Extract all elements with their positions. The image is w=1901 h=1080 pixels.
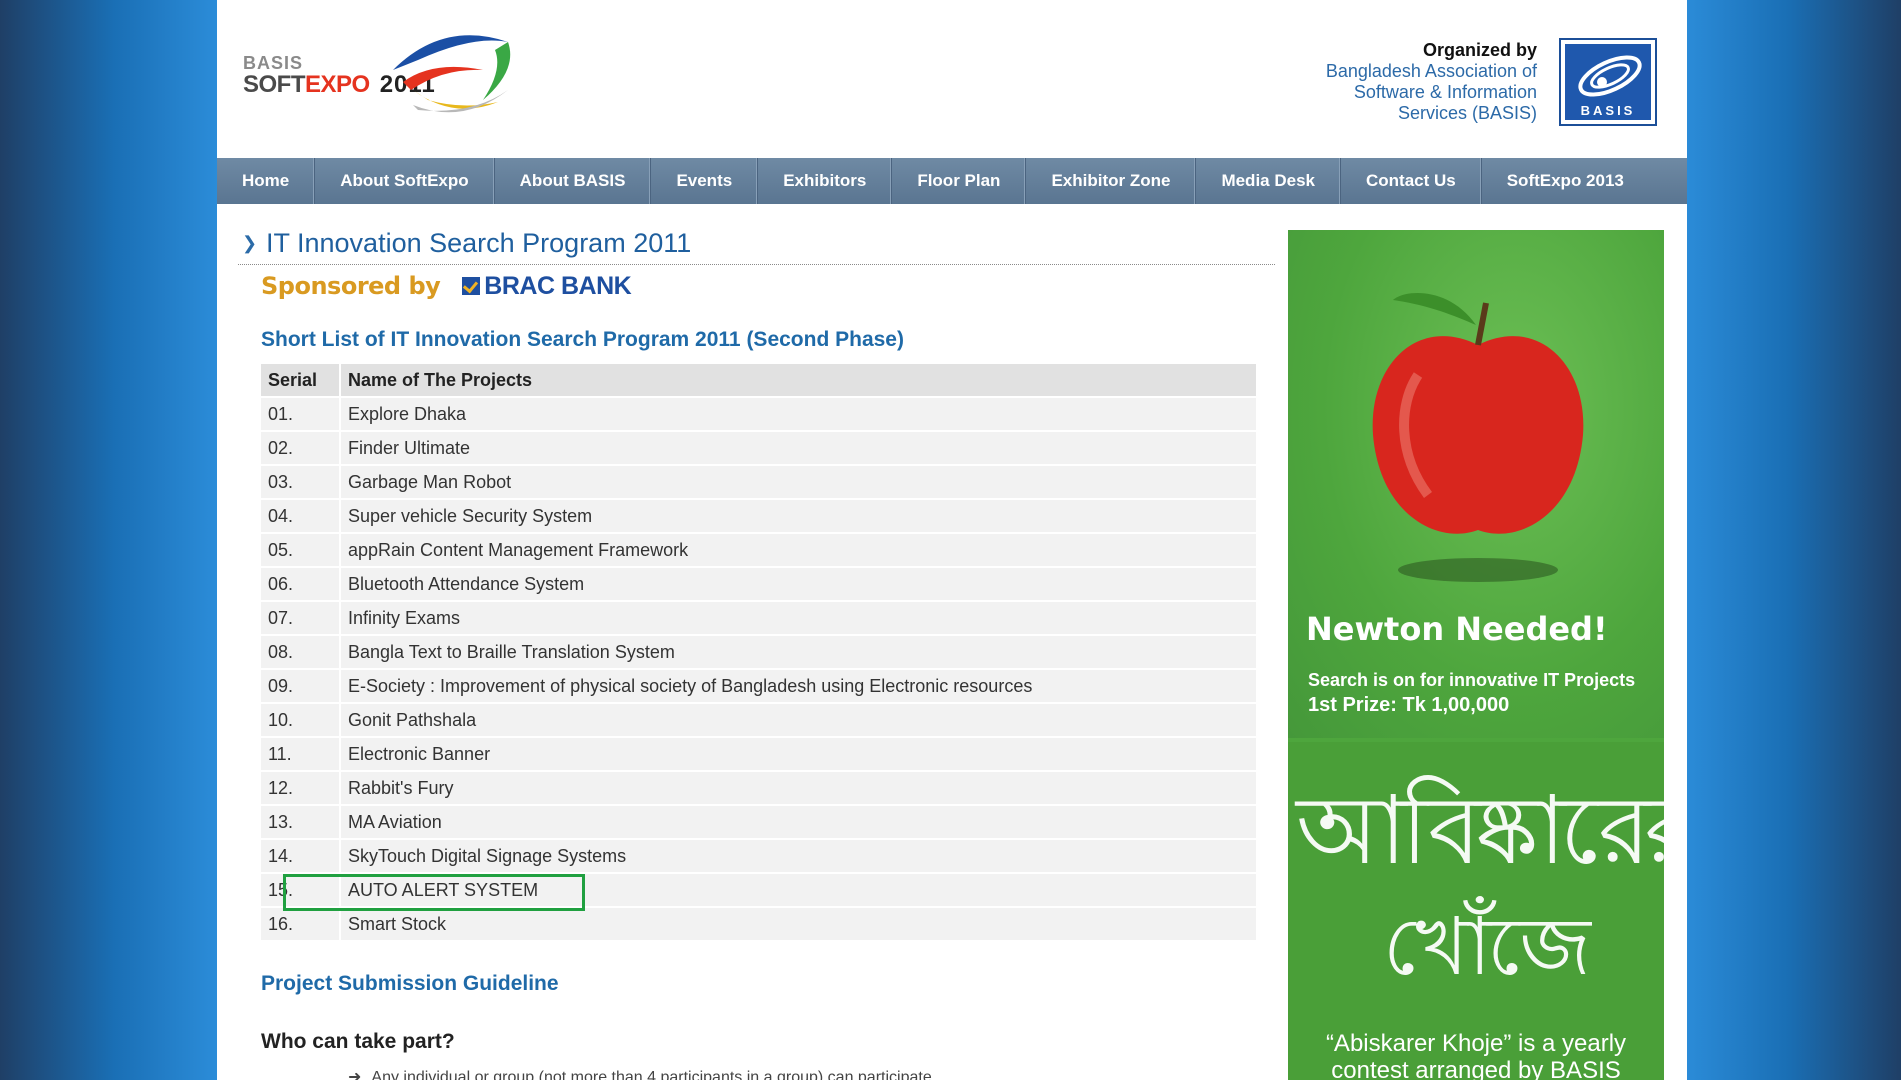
serial-cell: 12. bbox=[261, 772, 341, 804]
table-row: 03. Garbage Man Robot bbox=[261, 466, 1256, 498]
header: BASIS SOFTEXPO2011 Organized by Banglade… bbox=[217, 0, 1687, 158]
guideline-heading: Project Submission Guideline bbox=[261, 972, 559, 995]
nav-contact-us[interactable]: Contact Us bbox=[1341, 158, 1482, 204]
table-row: 08. Bangla Text to Braille Translation Sy… bbox=[261, 636, 1256, 668]
table-row-highlighted: 15. AUTO ALERT SYSTEM bbox=[261, 874, 1256, 906]
table-row: 04. Super vehicle Security System bbox=[261, 500, 1256, 532]
projects-table: Serial Name of The Projects 01. Explore D… bbox=[261, 362, 1256, 942]
serial-cell: 09. bbox=[261, 670, 341, 702]
ad-bangla-title-2: খোঁজে bbox=[1383, 900, 1591, 993]
table-row: 06. Bluetooth Attendance System bbox=[261, 568, 1256, 600]
ad-quote: “Abiskarer Khoje” is a yearly contest ar… bbox=[1288, 1030, 1664, 1080]
basis-logo[interactable]: BASIS bbox=[1559, 38, 1657, 126]
nav-events[interactable]: Events bbox=[651, 158, 759, 204]
project-name-cell: Rabbit's Fury bbox=[341, 772, 1256, 804]
table-row: 13. MA Aviation bbox=[261, 806, 1256, 838]
nav-floor-plan[interactable]: Floor Plan bbox=[892, 158, 1027, 204]
basis-swirl-icon bbox=[1578, 55, 1642, 97]
nav-about-basis[interactable]: About BASIS bbox=[495, 158, 652, 204]
apple-image bbox=[1372, 292, 1584, 582]
table-row: 09. E-Society : Improvement of physical s… bbox=[261, 670, 1256, 702]
project-name-cell: Bluetooth Attendance System bbox=[341, 568, 1256, 600]
table-row: 11. Electronic Banner bbox=[261, 738, 1256, 770]
serial-cell: 14. bbox=[261, 840, 341, 872]
bullet-text: Any individual or group (not more than 4… bbox=[371, 1069, 932, 1080]
serial-cell: 15. bbox=[261, 874, 341, 906]
organized-by-label: Organized by bbox=[1422, 40, 1537, 60]
project-name-cell: MA Aviation bbox=[341, 806, 1256, 838]
table-row: 02. Finder Ultimate bbox=[261, 432, 1256, 464]
column-header-name: Name of The Projects bbox=[341, 364, 1256, 396]
chevron-right-icon: ❯ bbox=[242, 232, 258, 253]
main-nav: Home About SoftExpo About BASIS Events E… bbox=[217, 158, 1687, 204]
nav-home[interactable]: Home bbox=[217, 158, 316, 204]
ad-headline: Newton Needed! bbox=[1306, 610, 1608, 648]
serial-cell: 11. bbox=[261, 738, 341, 770]
column-header-serial: Serial bbox=[261, 364, 341, 396]
serial-cell: 10. bbox=[261, 704, 341, 736]
ad-subtext-2: 1st Prize: Tk 1,00,000 bbox=[1308, 694, 1510, 716]
ad-subtext-1: Search is on for innovative IT Projects bbox=[1308, 670, 1636, 690]
who-can-take-part-heading: Who can take part? bbox=[261, 1030, 455, 1053]
project-name-cell: E-Society : Improvement of physical soci… bbox=[341, 670, 1256, 702]
main-content: ❯ IT Innovation Search Program 2011 Spon… bbox=[238, 222, 1275, 1080]
serial-cell: 03. bbox=[261, 466, 341, 498]
nav-exhibitors[interactable]: Exhibitors bbox=[758, 158, 893, 204]
project-name-cell: Garbage Man Robot bbox=[341, 466, 1256, 498]
project-name-cell: SkyTouch Digital Signage Systems bbox=[341, 840, 1256, 872]
table-row: 12. Rabbit's Fury bbox=[261, 772, 1256, 804]
shortlist-heading: Short List of IT Innovation Search Progr… bbox=[261, 328, 904, 351]
table-row: 07. Infinity Exams bbox=[261, 602, 1256, 634]
table-row: 16. Smart Stock bbox=[261, 908, 1256, 940]
swoosh-graphic bbox=[393, 35, 511, 113]
basis-logo-text: BASIS bbox=[1580, 103, 1636, 118]
sponsor-name: BRAC BANK bbox=[484, 271, 632, 300]
organizer-line-1[interactable]: Bangladesh Association of bbox=[1326, 61, 1537, 82]
arrow-right-icon: ➜ bbox=[348, 1069, 362, 1080]
project-name-cell: appRain Content Management Framework bbox=[341, 534, 1256, 566]
serial-cell: 13. bbox=[261, 806, 341, 838]
softexpo-logo[interactable]: BASIS SOFTEXPO2011 bbox=[243, 30, 563, 140]
project-name-cell: Super vehicle Security System bbox=[341, 500, 1256, 532]
table-row: 01. Explore Dhaka bbox=[261, 398, 1256, 430]
serial-cell: 07. bbox=[261, 602, 341, 634]
project-name-cell: Gonit Pathshala bbox=[341, 704, 1256, 736]
page-title: IT Innovation Search Program 2011 bbox=[266, 227, 692, 258]
nav-softexpo-2013[interactable]: SoftExpo 2013 bbox=[1482, 158, 1649, 204]
ad-quote-line-1: “Abiskarer Khoje” is a yearly bbox=[1325, 1030, 1627, 1057]
bullet-item: ➜ Any individual or group (not more than … bbox=[348, 1067, 1275, 1080]
project-name-cell: Electronic Banner bbox=[341, 738, 1256, 770]
sidebar-ad-banner[interactable]: Newton Needed! Search is on for innovati… bbox=[1288, 230, 1664, 1080]
project-name-cell: AUTO ALERT SYSTEM bbox=[341, 874, 1256, 906]
organizer-line-3[interactable]: Services (BASIS) bbox=[1326, 103, 1537, 124]
project-name-cell: Explore Dhaka bbox=[341, 398, 1256, 430]
nav-media-desk[interactable]: Media Desk bbox=[1196, 158, 1341, 204]
table-wrapper: Serial Name of The Projects 01. Explore D… bbox=[238, 362, 1275, 942]
project-name-cell: Bangla Text to Braille Translation Syste… bbox=[341, 636, 1256, 668]
table-row: 05. appRain Content Management Framework bbox=[261, 534, 1256, 566]
project-name-cell: Finder Ultimate bbox=[341, 432, 1256, 464]
organizer-info: Organized by Bangladesh Association of S… bbox=[1326, 40, 1537, 124]
ad-quote-line-2: contest arranged by BASIS bbox=[1331, 1057, 1621, 1080]
serial-cell: 02. bbox=[261, 432, 341, 464]
sponsor-row: Sponsored by BRAC BANK bbox=[261, 265, 1275, 307]
serial-cell: 05. bbox=[261, 534, 341, 566]
serial-cell: 01. bbox=[261, 398, 341, 430]
page-title-row: ❯ IT Innovation Search Program 2011 bbox=[238, 222, 1275, 265]
serial-cell: 04. bbox=[261, 500, 341, 532]
sponsored-by-label: Sponsored by bbox=[261, 272, 441, 300]
project-name-cell: Infinity Exams bbox=[341, 602, 1256, 634]
page: BASIS SOFTEXPO2011 Organized by Banglade… bbox=[217, 0, 1687, 1080]
table-header-row: Serial Name of The Projects bbox=[261, 364, 1256, 396]
serial-cell: 16. bbox=[261, 908, 341, 940]
project-name-cell: Smart Stock bbox=[341, 908, 1256, 940]
table-row: 14. SkyTouch Digital Signage Systems bbox=[261, 840, 1256, 872]
organizer-line-2[interactable]: Software & Information bbox=[1326, 82, 1537, 103]
table-row: 10. Gonit Pathshala bbox=[261, 704, 1256, 736]
brac-bank-check-icon bbox=[462, 277, 481, 295]
nav-exhibitor-zone[interactable]: Exhibitor Zone bbox=[1026, 158, 1197, 204]
serial-cell: 06. bbox=[261, 568, 341, 600]
nav-about-softexpo[interactable]: About SoftExpo bbox=[315, 158, 495, 204]
serial-cell: 08. bbox=[261, 636, 341, 668]
